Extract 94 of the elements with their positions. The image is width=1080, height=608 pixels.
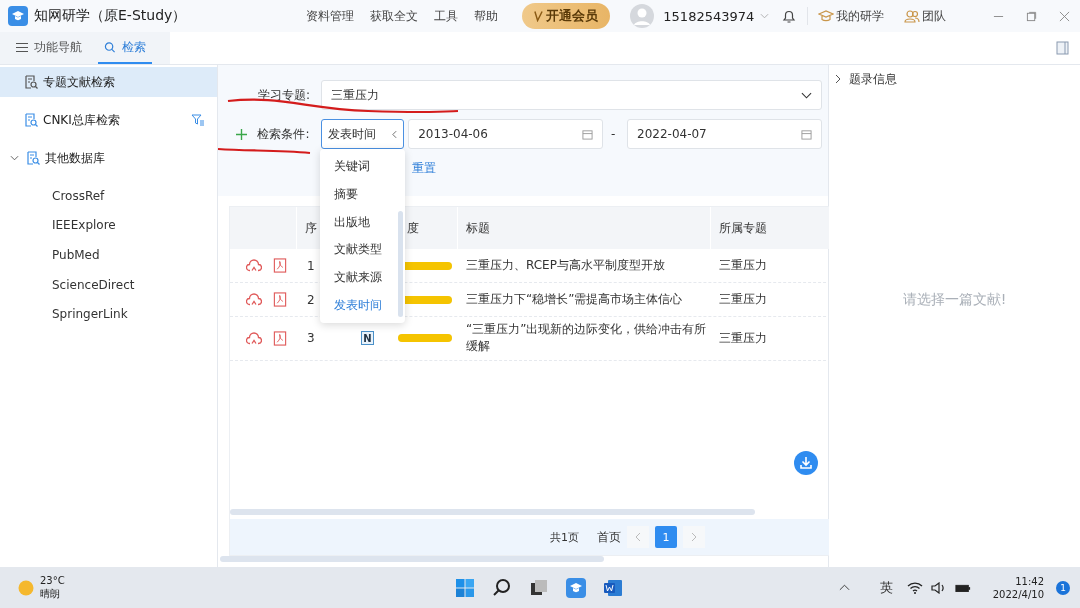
table-cell-text: “三重压力”出现新的边际变化，供给冲击有所缓解 <box>465 321 708 356</box>
chevron-left-icon <box>392 129 398 139</box>
table-cell-text: 三重压力 <box>718 329 768 347</box>
weather-text: 晴朗 <box>40 587 61 600</box>
menu-item[interactable]: 资料管理 <box>306 7 355 25</box>
input-method[interactable]: 英 <box>879 578 893 597</box>
range-separator: - <box>609 127 617 141</box>
topic-dropdown[interactable]: 三重压力 <box>321 80 822 110</box>
calendar-icon <box>582 128 594 140</box>
menu-item[interactable]: 获取全文 <box>370 7 419 25</box>
dropdown-option[interactable]: 关键词 <box>320 153 405 181</box>
list-search-icon <box>26 151 40 165</box>
table-cell-text: 三重压力 <box>718 257 768 274</box>
panel-title: 题录信息 <box>849 70 897 88</box>
dropdown-option[interactable]: 摘要 <box>320 180 405 209</box>
app-logo-icon[interactable] <box>566 577 586 598</box>
cloud-download-icon[interactable] <box>246 330 262 346</box>
bell-icon[interactable] <box>781 8 798 24</box>
table-cell-text: 三重压力、RCEP与高水平制度型开放 <box>465 256 666 274</box>
menu-item[interactable]: 工具 <box>434 7 459 25</box>
first-page-link[interactable]: 首页 <box>597 528 621 546</box>
database-item[interactable]: PubMed <box>0 240 217 270</box>
team-link[interactable]: 团队 <box>922 7 947 25</box>
pdf-icon[interactable] <box>272 258 288 273</box>
dropdown-option[interactable]: 文献来源 <box>320 263 405 292</box>
wifi-icon[interactable] <box>906 581 923 594</box>
maximize-icon[interactable] <box>1026 10 1037 22</box>
calendar-icon <box>801 128 812 140</box>
sidebar-item[interactable]: CNKI总库检索 <box>0 105 217 135</box>
window-title: 知网研学（原E-Study） <box>34 7 187 25</box>
nav-tab[interactable]: 功能导航 <box>10 32 88 64</box>
empty-message: 请选择一篇文献! <box>902 291 1007 309</box>
scrollbar[interactable] <box>220 556 604 562</box>
column-header: 标题 <box>458 207 711 249</box>
condition-dropdown[interactable]: 发表时间 <box>320 119 405 149</box>
pdf-icon[interactable] <box>272 330 288 346</box>
caret-icon <box>10 155 19 161</box>
progress-bar <box>398 334 452 343</box>
search-icon <box>104 41 116 53</box>
nav-tab[interactable]: 检索 <box>98 32 152 64</box>
start-icon[interactable] <box>455 577 475 598</box>
download-icon[interactable] <box>794 451 818 475</box>
add-icon[interactable] <box>236 128 248 140</box>
document-search-icon <box>24 113 38 127</box>
row-number: 3 <box>307 331 315 346</box>
date-field[interactable]: 2013-04-06 <box>408 119 604 149</box>
reset-link[interactable]: 重置 <box>412 159 436 177</box>
database-item[interactable]: CrossRef <box>0 181 217 211</box>
scrollbar[interactable] <box>398 211 403 317</box>
pdf-icon[interactable] <box>272 292 288 307</box>
filter-icon[interactable] <box>191 113 205 127</box>
database-item[interactable]: IEEExplore <box>0 210 217 241</box>
v-icon <box>534 10 544 22</box>
task-view-icon[interactable] <box>529 577 549 598</box>
document-type-badge: N <box>361 331 374 346</box>
chevron-down-icon <box>801 91 812 99</box>
clock-date: 2022/4/10 <box>992 587 1044 601</box>
my-study-link[interactable]: 我的研学 <box>836 7 885 25</box>
account-name[interactable]: 15182543974 <box>663 8 755 24</box>
panel-toggle-icon[interactable] <box>1056 41 1070 55</box>
app-logo-icon <box>8 6 28 26</box>
membership-button[interactable]: 开通会员 <box>522 3 611 29</box>
table-cell-text: 三重压力下“稳增长”需提高市场主体信心 <box>465 290 684 308</box>
chevron-up-icon[interactable] <box>838 584 850 591</box>
people-icon <box>904 8 921 24</box>
field-label: 检索条件: <box>257 125 310 143</box>
database-item[interactable]: ScienceDirect <box>0 269 217 300</box>
database-item[interactable]: SpringerLink <box>0 299 217 329</box>
menu-item[interactable]: 帮助 <box>474 7 499 25</box>
sidebar-item[interactable]: 专题文献检索 <box>0 67 217 97</box>
document-search-icon <box>24 75 38 89</box>
sun-icon <box>18 579 34 596</box>
cloud-download-icon[interactable] <box>246 292 262 307</box>
notification-badge[interactable]: 1 <box>1056 580 1070 595</box>
scrollbar[interactable] <box>230 509 755 515</box>
dropdown-option[interactable]: 发表时间 <box>320 291 405 320</box>
speaker-icon[interactable] <box>930 581 947 594</box>
page-count: 共1页 <box>550 529 579 545</box>
graduation-cap-icon <box>818 8 835 24</box>
cloud-download-icon[interactable] <box>246 258 262 273</box>
chevron-right-icon[interactable] <box>835 74 841 84</box>
field-label: 学习专题: <box>257 86 310 104</box>
search-icon[interactable] <box>492 577 512 598</box>
menu-icon <box>16 41 28 53</box>
sidebar-item[interactable]: 其他数据库 <box>0 143 217 173</box>
temperature: 23°C <box>40 575 65 588</box>
row-number: 2 <box>307 292 315 307</box>
table-cell-text: 三重压力 <box>718 291 768 308</box>
column-header: 所属专题 <box>711 207 829 249</box>
row-number: 1 <box>307 258 315 273</box>
clock-time: 11:42 <box>1015 574 1044 588</box>
close-icon[interactable] <box>1059 10 1070 22</box>
document-app-icon[interactable] <box>603 577 623 598</box>
date-field[interactable]: 2022-04-07 <box>627 119 822 149</box>
